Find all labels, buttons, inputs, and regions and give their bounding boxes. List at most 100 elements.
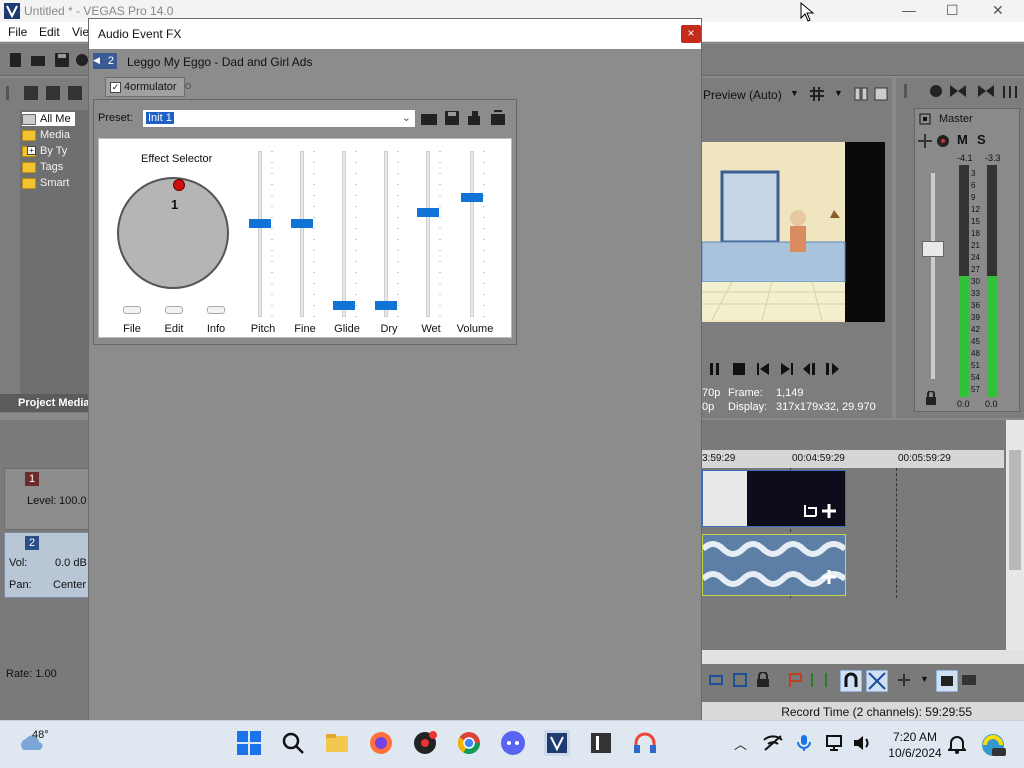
project-media-tab[interactable]: Project Media xyxy=(0,394,90,412)
previous-frame-icon[interactable] xyxy=(802,362,818,376)
slider-wet[interactable] xyxy=(411,151,451,319)
delete-preset-icon[interactable] xyxy=(466,110,482,126)
save-preset-icon[interactable] xyxy=(444,110,460,126)
track-level-value[interactable]: 100.0 xyxy=(59,495,87,507)
mute-button[interactable]: M xyxy=(957,132,968,147)
pause-icon[interactable] xyxy=(708,362,722,376)
tree-item-tags[interactable]: Tags xyxy=(22,160,63,174)
slider-thumb[interactable] xyxy=(333,301,355,310)
edit-button[interactable] xyxy=(165,306,183,314)
video-event[interactable] xyxy=(702,470,846,527)
video-track-header[interactable]: 1 Level: 100.0 xyxy=(4,468,90,530)
menu-view[interactable]: Vie xyxy=(72,25,89,39)
menu-file[interactable]: File xyxy=(8,25,27,39)
overlay-icon[interactable] xyxy=(874,87,888,101)
tree-item-all-media[interactable]: All Me xyxy=(22,112,75,126)
chrome-icon[interactable] xyxy=(456,730,482,756)
snapping-magnet-icon[interactable] xyxy=(840,670,862,692)
go-to-end-icon[interactable] xyxy=(780,362,794,376)
plugin-tab-4ormulator[interactable]: ✓ 4ormulator xyxy=(105,77,185,97)
auto-crossfade-icon[interactable] xyxy=(866,670,888,692)
app-l-icon[interactable] xyxy=(588,730,614,756)
edit-tool-icon[interactable] xyxy=(936,670,958,692)
microphone-icon[interactable] xyxy=(796,734,812,752)
slider-pitch[interactable] xyxy=(243,151,283,319)
save-icon[interactable] xyxy=(54,52,70,68)
pan-icon[interactable] xyxy=(917,133,933,149)
next-frame-icon[interactable] xyxy=(824,362,840,376)
lock-icon[interactable] xyxy=(925,391,937,405)
firefox-icon[interactable] xyxy=(368,730,394,756)
audio-event[interactable] xyxy=(702,534,846,596)
maximize-button[interactable]: ☐ xyxy=(946,2,959,19)
media-app-icon[interactable] xyxy=(412,730,438,756)
network-off-icon[interactable] xyxy=(762,734,784,752)
slider-thumb[interactable] xyxy=(375,301,397,310)
chevron-down-icon[interactable]: ▼ xyxy=(790,88,799,98)
expand-icon[interactable]: + xyxy=(27,146,36,155)
horizontal-scrollbar[interactable] xyxy=(702,650,1024,664)
effect-selector-knob[interactable] xyxy=(117,177,229,289)
preview-quality-dropdown[interactable]: Preview (Auto) xyxy=(703,88,782,102)
search-icon[interactable] xyxy=(280,730,306,756)
close-window-button[interactable]: ✕ xyxy=(992,2,1004,19)
file-explorer-icon[interactable] xyxy=(324,730,350,756)
chevron-down-icon[interactable]: ▼ xyxy=(834,88,843,98)
vegas-taskbar-icon[interactable] xyxy=(544,730,570,756)
fx-icon[interactable] xyxy=(935,133,951,149)
grid-icon[interactable] xyxy=(810,87,824,101)
open-folder-icon[interactable] xyxy=(30,52,46,68)
stop-icon[interactable] xyxy=(732,362,746,376)
go-to-start-icon[interactable] xyxy=(756,362,770,376)
menu-edit[interactable]: Edit xyxy=(39,25,60,39)
info-button[interactable] xyxy=(207,306,225,314)
slider-thumb[interactable] xyxy=(417,208,439,217)
lock-envelope-icon[interactable] xyxy=(732,672,748,688)
system-clock[interactable]: 7:20 AM 10/6/2024 xyxy=(885,729,945,761)
track-pan-value[interactable]: Center xyxy=(53,579,86,591)
plugin-properties-icon[interactable] xyxy=(490,110,506,126)
start-icon[interactable] xyxy=(236,730,262,756)
scroll-thumb[interactable] xyxy=(1009,450,1021,570)
dialog-close-button[interactable]: × xyxy=(681,25,701,43)
open-preset-icon[interactable] xyxy=(420,110,438,126)
weather-temp[interactable]: 48° xyxy=(32,729,49,741)
event-fx-icon[interactable] xyxy=(821,569,837,585)
display-icon[interactable] xyxy=(826,734,846,752)
minimize-button[interactable]: — xyxy=(902,2,916,18)
marker-icon[interactable] xyxy=(788,672,804,688)
slider-volume[interactable] xyxy=(455,151,495,319)
chevron-down-icon[interactable]: ▼ xyxy=(920,674,929,684)
ripple-icon[interactable] xyxy=(896,672,912,688)
solo-button[interactable]: S xyxy=(977,132,986,147)
volume-icon[interactable] xyxy=(852,734,872,752)
chevron-up-icon[interactable]: ︿ xyxy=(734,734,747,753)
slider-dry[interactable] xyxy=(369,151,409,319)
slider-thumb[interactable] xyxy=(461,193,483,202)
tree-item-smart-bins[interactable]: Smart xyxy=(22,176,69,190)
plugin-enabled-checkbox[interactable]: ✓ xyxy=(110,81,121,93)
chevron-down-icon[interactable]: ⌄ xyxy=(402,111,411,124)
notification-bell-icon[interactable] xyxy=(948,734,966,754)
chevron-left-icon[interactable]: ◀ xyxy=(93,55,100,66)
audio-track-header[interactable]: 2 Vol: 0.0 dB Pan: Center xyxy=(4,532,90,598)
file-button[interactable] xyxy=(123,306,141,314)
slider-fine[interactable] xyxy=(285,151,325,319)
split-screen-icon[interactable] xyxy=(854,87,868,101)
lock-icon[interactable] xyxy=(756,672,770,688)
discord-icon[interactable] xyxy=(500,730,526,756)
time-ruler[interactable]: 3:59:29 00:04:59:29 00:05:59:29 xyxy=(702,450,1004,468)
headphones-app-icon[interactable] xyxy=(632,730,658,756)
tree-item-media[interactable]: Media xyxy=(22,128,70,142)
region-icon[interactable] xyxy=(810,672,828,688)
envelope-tool-icon[interactable] xyxy=(960,672,978,688)
event-pan-crop-icon[interactable] xyxy=(803,503,837,519)
vertical-scrollbar[interactable] xyxy=(1006,420,1024,650)
slider-thumb[interactable] xyxy=(249,219,271,228)
dialog-title-bar[interactable]: Audio Event FX × xyxy=(89,19,701,49)
copilot-icon[interactable] xyxy=(980,732,1006,758)
slider-thumb[interactable] xyxy=(291,219,313,228)
snap-icon[interactable] xyxy=(708,672,724,688)
master-fader[interactable] xyxy=(922,241,944,257)
track-vol-value[interactable]: 0.0 dB xyxy=(55,557,87,569)
